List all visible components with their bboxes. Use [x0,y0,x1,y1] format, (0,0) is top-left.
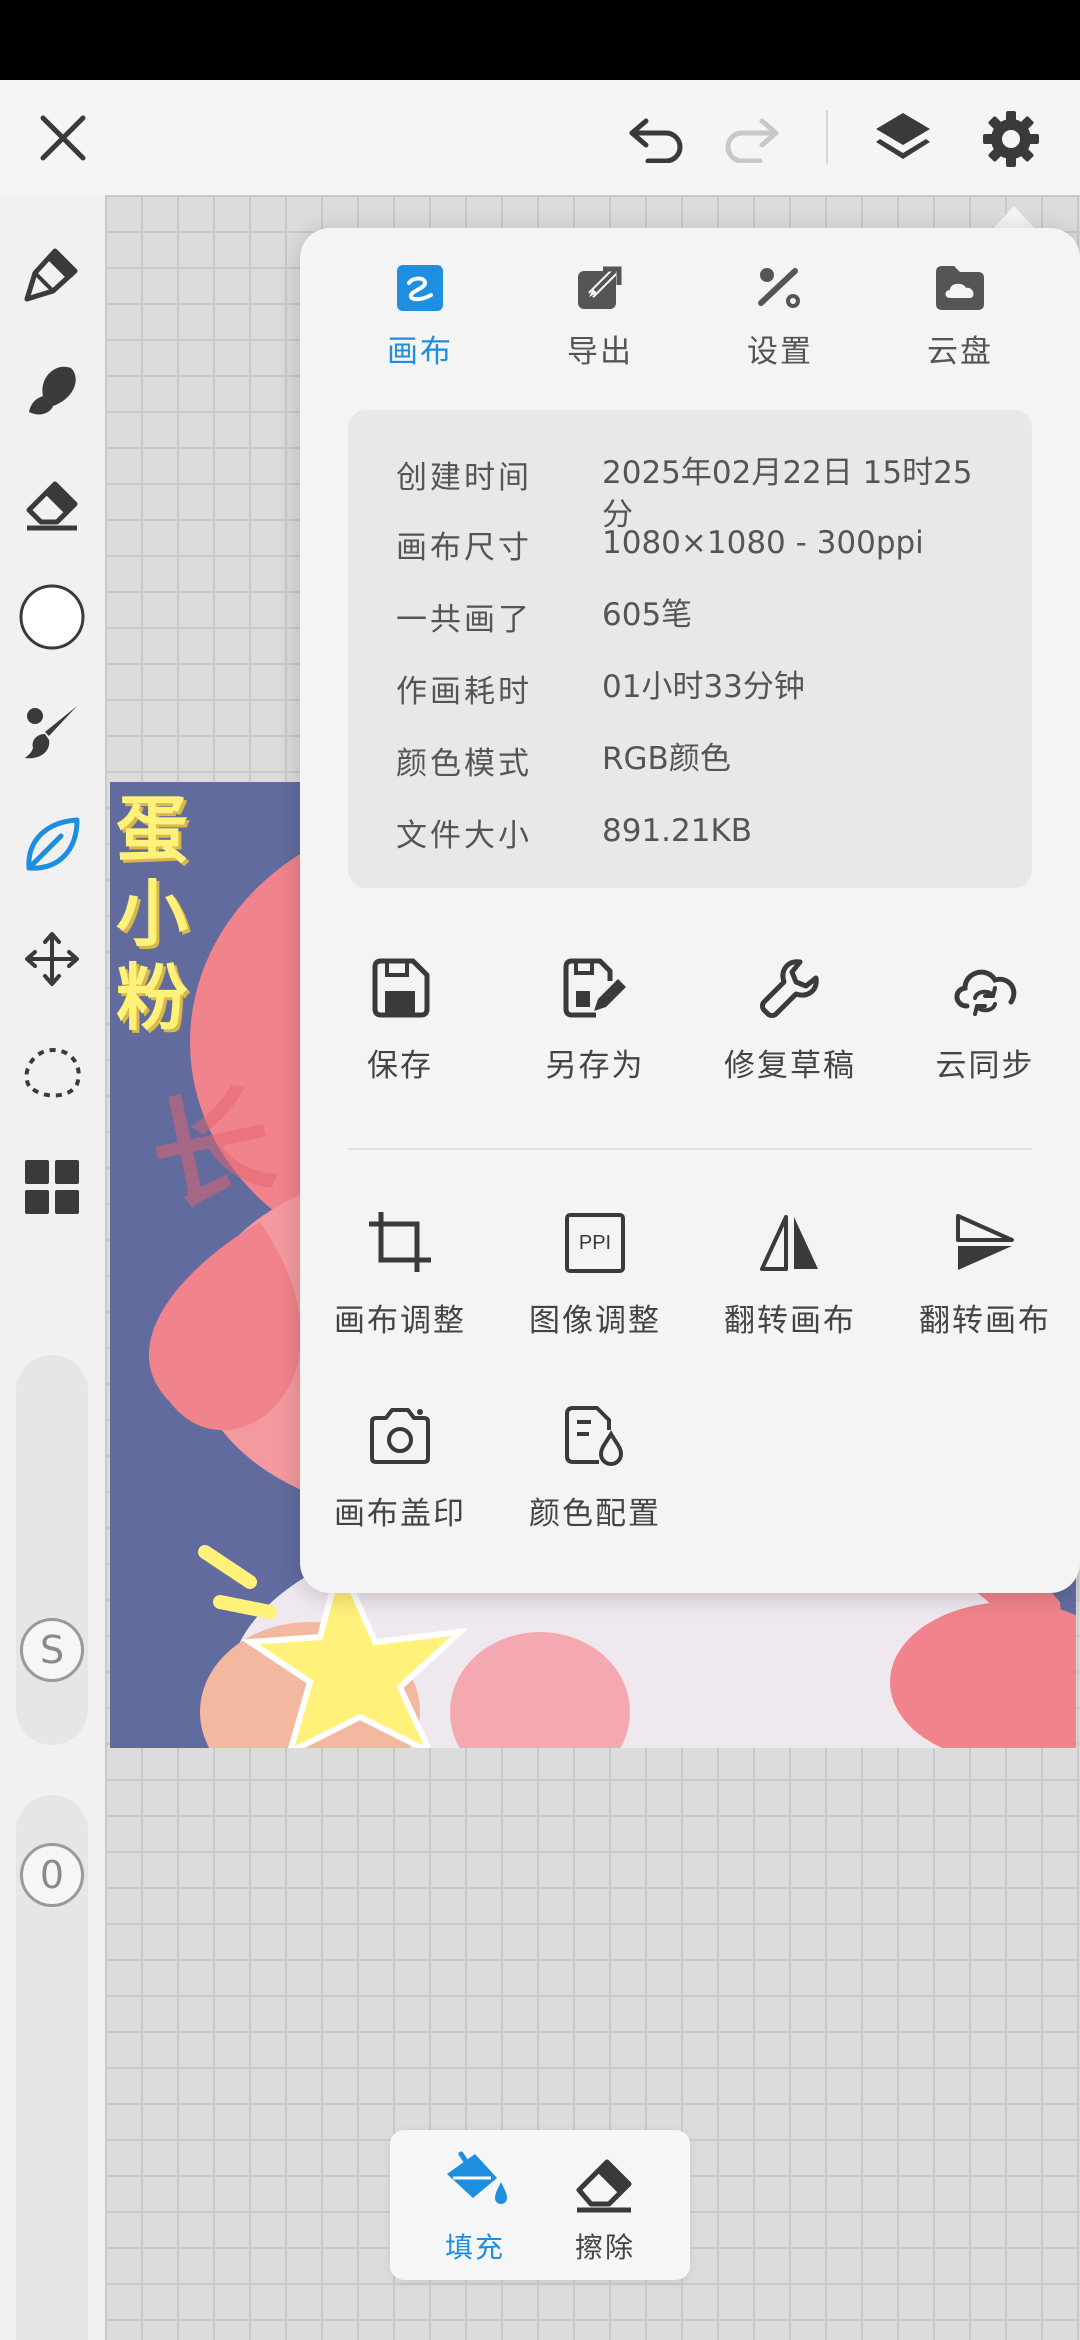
cloud-sync-button[interactable]: 云同步 [885,948,1080,1098]
info-row-duration: 作画耗时 01小时33分钟 [396,669,805,710]
tab-canvas[interactable]: 画布 [330,258,510,378]
canvas-settings-panel: 画布 导出 设置 云盘 创建时间 2025年02月22日 15时25分 画布尺寸… [300,228,1080,1593]
crop-icon [300,1203,500,1283]
close-icon[interactable] [30,105,96,171]
color-profile-icon [495,1396,695,1476]
undo-icon[interactable] [622,108,692,168]
color-circle-icon[interactable] [14,579,90,655]
camera-icon [300,1396,500,1476]
settings-icon [690,258,870,318]
layers-icon[interactable] [868,104,938,174]
repair-draft-button[interactable]: 修复草稿 [690,948,890,1098]
flip-canvas-vertical-button[interactable]: 翻转画布 [885,1203,1080,1353]
canvas-adjust-button[interactable]: 画布调整 [300,1203,500,1353]
tab-cloud-drive[interactable]: 云盘 [870,258,1050,378]
tab-settings[interactable]: 设置 [690,258,870,378]
smudge-icon[interactable] [14,351,90,427]
grid-icon[interactable] [14,1149,90,1225]
brush-size-slider[interactable] [16,1355,88,1745]
color-profile-button[interactable]: 颜色配置 [495,1396,695,1546]
image-adjust-button[interactable]: PPI 图像调整 [495,1203,695,1353]
left-toolbar: S 0 [0,195,105,2340]
fill-button[interactable]: 填充 [415,2148,535,2266]
paint-bucket-icon [447,2151,507,2204]
save-as-button[interactable]: 另存为 [495,948,695,1098]
save-as-icon [495,948,695,1028]
canvas-stamp-button[interactable]: 画布盖印 [300,1396,500,1546]
cloud-drive-icon [870,258,1050,318]
save-icon [300,948,500,1028]
panel-divider [348,1148,1032,1150]
artwork-title: 蛋 小 粉 [116,788,189,1040]
brush-icon[interactable] [14,693,90,769]
pen-icon[interactable] [14,236,90,312]
redo-icon[interactable] [716,108,786,168]
status-bar [0,0,1080,80]
gear-icon[interactable] [976,104,1046,174]
save-button[interactable]: 保存 [300,948,500,1098]
info-row-created: 创建时间 2025年02月22日 15时25分 [396,455,973,533]
info-row-strokes: 一共画了 605笔 [396,597,693,638]
erase-button[interactable]: 擦除 [545,2148,665,2266]
move-icon[interactable] [14,921,90,997]
canvas-icon [330,258,510,318]
info-row-color-mode: 颜色模式 RGB颜色 [396,741,731,782]
wrench-icon [690,948,890,1028]
flip-canvas-horizontal-button[interactable]: 翻转画布 [690,1203,890,1353]
canvas-info-box: 创建时间 2025年02月22日 15时25分 画布尺寸 1080×1080 -… [348,410,1032,888]
cloud-sync-icon [885,948,1080,1028]
lasso-icon[interactable] [14,1035,90,1111]
leaf-icon[interactable] [14,807,90,883]
brush-size-knob[interactable]: S [20,1618,84,1682]
tab-export[interactable]: 导出 [510,258,690,378]
fill-erase-bar: 填充 擦除 [390,2130,690,2280]
info-row-size: 画布尺寸 1080×1080 - 300ppi [396,525,924,566]
top-toolbar [0,80,1080,195]
flip-vertical-icon [885,1203,1080,1283]
ppi-icon: PPI [495,1203,695,1283]
flip-horizontal-icon [690,1203,890,1283]
toolbar-divider [826,110,828,164]
eraser-icon[interactable] [14,465,90,541]
opacity-knob[interactable]: 0 [20,1843,84,1907]
export-icon [510,258,690,318]
eraser-icon [576,2159,632,2213]
info-row-file-size: 文件大小 891.21KB [396,813,753,854]
